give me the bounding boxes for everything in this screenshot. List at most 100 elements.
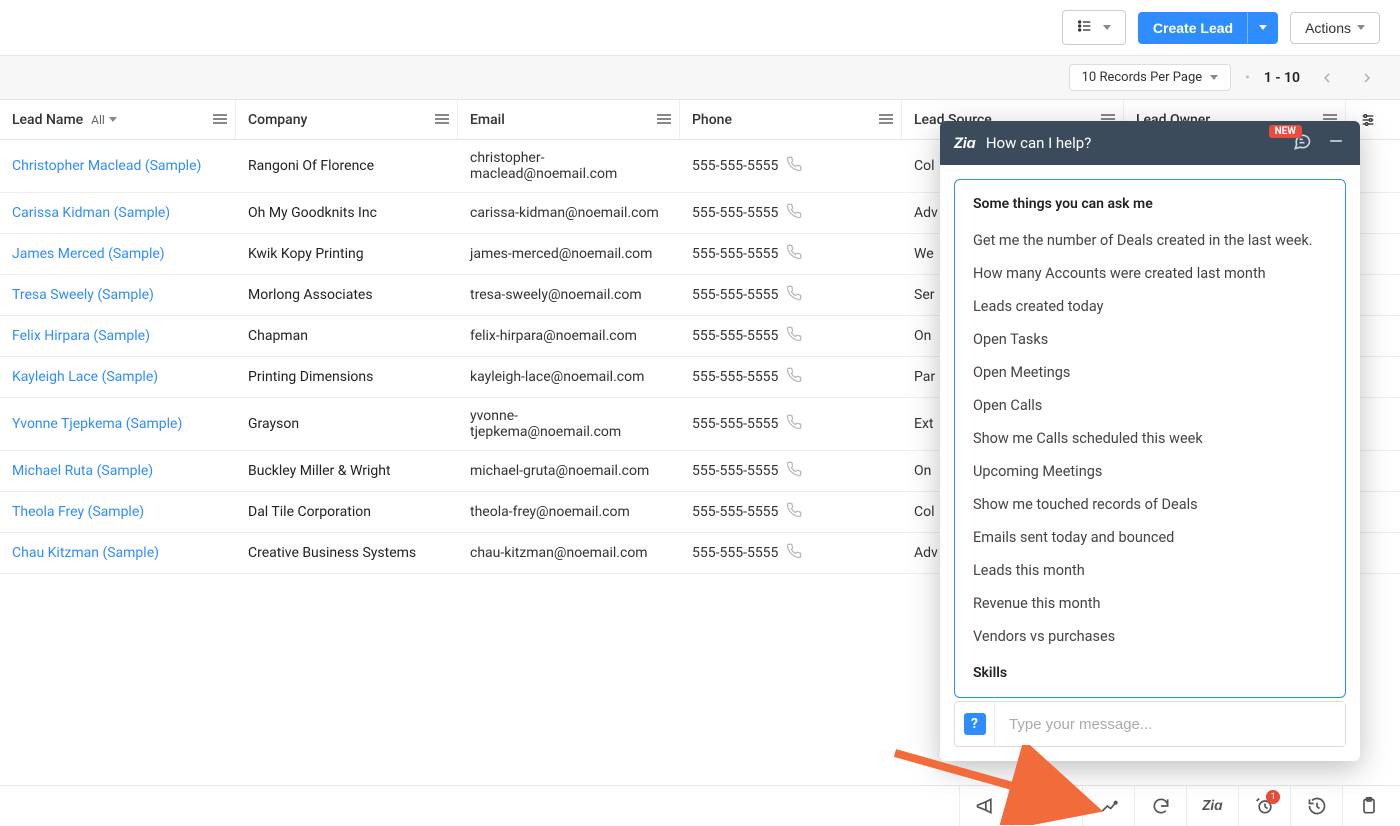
cell-lead-name: Tresa Sweely (Sample) — [0, 275, 236, 315]
phone-icon[interactable] — [786, 156, 802, 176]
cell-phone: 555-555-5555 — [680, 357, 902, 397]
zia-shortcut-button[interactable]: Ziɑ — [1186, 786, 1238, 826]
th-email[interactable]: Email — [458, 100, 680, 139]
zia-suggestion-item[interactable]: Vendors vs purchases — [973, 620, 1327, 653]
reminders-button[interactable]: 1 — [1238, 786, 1290, 826]
phone-icon[interactable] — [786, 244, 802, 264]
phone-text: 555-555-5555 — [692, 416, 778, 432]
cell-email: felix-hirpara@noemail.com — [458, 316, 680, 356]
ask-zia-button[interactable]: Ask Zia — [1011, 786, 1082, 826]
zia-suggestion-item[interactable]: Show me touched records of Deals — [973, 488, 1327, 521]
zia-suggestion-item[interactable]: Upcoming Meetings — [973, 455, 1327, 488]
zia-minimize-button[interactable] — [1326, 131, 1346, 155]
lead-name-link[interactable]: Chau Kitzman (Sample) — [12, 545, 159, 561]
cell-lead-name: Theola Frey (Sample) — [0, 492, 236, 532]
zia-suggestion-item[interactable]: Emails sent today and bounced — [973, 521, 1327, 554]
hamburger-icon — [213, 114, 227, 124]
analytics-button[interactable] — [1082, 786, 1134, 826]
zia-input-row: ? — [954, 701, 1346, 747]
phone-icon[interactable] — [786, 502, 802, 522]
sync-button[interactable] — [1134, 786, 1186, 826]
history-button[interactable] — [1290, 786, 1342, 826]
zia-suggestion-item[interactable]: Leads this month — [973, 554, 1327, 587]
cell-company: Rangoni Of Florence — [236, 140, 458, 192]
th-phone-label: Phone — [692, 112, 732, 128]
th-lead-name[interactable]: Lead Name All — [0, 100, 236, 139]
email-link[interactable]: carissa-kidman@noemail.com — [470, 205, 659, 221]
records-per-page-select[interactable]: 10 Records Per Page — [1069, 64, 1232, 91]
zia-help-button[interactable]: ? — [955, 702, 995, 746]
th-lead-name-menu[interactable] — [213, 112, 227, 128]
lead-name-link[interactable]: Christopher Maclead (Sample) — [12, 158, 201, 174]
email-link[interactable]: michael-gruta@noemail.com — [470, 463, 649, 479]
phone-icon[interactable] — [786, 203, 802, 223]
actions-button[interactable]: Actions — [1290, 12, 1380, 44]
th-company-label: Company — [248, 112, 307, 128]
prev-page-button[interactable] — [1314, 65, 1340, 91]
lead-name-link[interactable]: Carissa Kidman (Sample) — [12, 205, 170, 221]
view-switch-button[interactable] — [1062, 10, 1126, 45]
next-page-button[interactable] — [1354, 65, 1380, 91]
th-phone[interactable]: Phone — [680, 100, 902, 139]
cell-email: christopher-maclead@noemail.com — [458, 140, 680, 192]
megaphone-icon — [975, 796, 995, 816]
zia-suggestion-item[interactable]: Revenue this month — [973, 587, 1327, 620]
lead-name-link[interactable]: Yvonne Tjepkema (Sample) — [12, 416, 182, 432]
cell-phone: 555-555-5555 — [680, 140, 902, 192]
clipboard-button[interactable] — [1342, 786, 1394, 826]
pager-row: 10 Records Per Page • 1 - 10 — [0, 56, 1400, 100]
zia-suggestion-item[interactable]: Show me Calls scheduled this week — [973, 422, 1327, 455]
cell-company: Morlong Associates — [236, 275, 458, 315]
email-link[interactable]: james-merced@noemail.com — [470, 246, 652, 262]
email-link[interactable]: theola-frey@noemail.com — [470, 504, 630, 520]
email-link[interactable]: yvonne-tjepkema@noemail.com — [470, 408, 668, 440]
th-phone-menu[interactable] — [879, 112, 893, 128]
zia-suggestion-item[interactable]: Open Tasks — [973, 323, 1327, 356]
lead-name-link[interactable]: Michael Ruta (Sample) — [12, 463, 153, 479]
announcements-button[interactable] — [959, 786, 1011, 826]
th-lead-name-filter[interactable]: All — [91, 113, 117, 127]
lead-name-link[interactable]: Tresa Sweely (Sample) — [12, 287, 154, 303]
zia-header: Ziɑ How can I help? NEW — [940, 121, 1360, 165]
create-lead-more-button[interactable] — [1248, 12, 1278, 44]
zia-suggestion-item[interactable]: Open Calls — [973, 389, 1327, 422]
th-company[interactable]: Company — [236, 100, 458, 139]
email-link[interactable]: christopher-maclead@noemail.com — [470, 150, 668, 182]
phone-text: 555-555-5555 — [692, 287, 778, 303]
phone-text: 555-555-5555 — [692, 158, 778, 174]
lead-name-link[interactable]: James Merced (Sample) — [12, 246, 165, 262]
phone-icon[interactable] — [786, 326, 802, 346]
lead-name-link[interactable]: Felix Hirpara (Sample) — [12, 328, 150, 344]
cell-email: james-merced@noemail.com — [458, 234, 680, 274]
email-link[interactable]: tresa-sweely@noemail.com — [470, 287, 642, 303]
th-email-label: Email — [470, 112, 505, 128]
ask-zia-label: Ask Zia — [1018, 795, 1076, 817]
phone-icon[interactable] — [786, 461, 802, 481]
cell-company: Creative Business Systems — [236, 533, 458, 573]
hamburger-icon — [879, 114, 893, 124]
cell-company: Chapman — [236, 316, 458, 356]
email-link[interactable]: chau-kitzman@noemail.com — [470, 545, 648, 561]
cell-company: Dal Tile Corporation — [236, 492, 458, 532]
zia-message-input[interactable] — [995, 702, 1345, 746]
zia-suggestion-item[interactable]: How many Accounts were created last mont… — [973, 257, 1327, 290]
separator-dot: • — [1245, 70, 1250, 86]
create-lead-button[interactable]: Create Lead — [1138, 12, 1248, 44]
phone-icon[interactable] — [786, 367, 802, 387]
cell-email: chau-kitzman@noemail.com — [458, 533, 680, 573]
zia-suggestion-item[interactable]: Open Meetings — [973, 356, 1327, 389]
email-link[interactable]: kayleigh-lace@noemail.com — [470, 369, 644, 385]
phone-icon[interactable] — [786, 285, 802, 305]
email-link[interactable]: felix-hirpara@noemail.com — [470, 328, 637, 344]
phone-icon[interactable] — [786, 543, 802, 563]
lead-name-link[interactable]: Theola Frey (Sample) — [12, 504, 144, 520]
th-company-menu[interactable] — [435, 112, 449, 128]
zia-suggestion-item[interactable]: Get me the number of Deals created in th… — [973, 224, 1327, 257]
cell-company: Buckley Miller & Wright — [236, 451, 458, 491]
lead-name-link[interactable]: Kayleigh Lace (Sample) — [12, 369, 158, 385]
cell-lead-name: Carissa Kidman (Sample) — [0, 193, 236, 233]
phone-icon[interactable] — [786, 414, 802, 434]
th-email-menu[interactable] — [657, 112, 671, 128]
chevron-down-icon — [1210, 75, 1218, 80]
zia-suggestion-item[interactable]: Leads created today — [973, 290, 1327, 323]
